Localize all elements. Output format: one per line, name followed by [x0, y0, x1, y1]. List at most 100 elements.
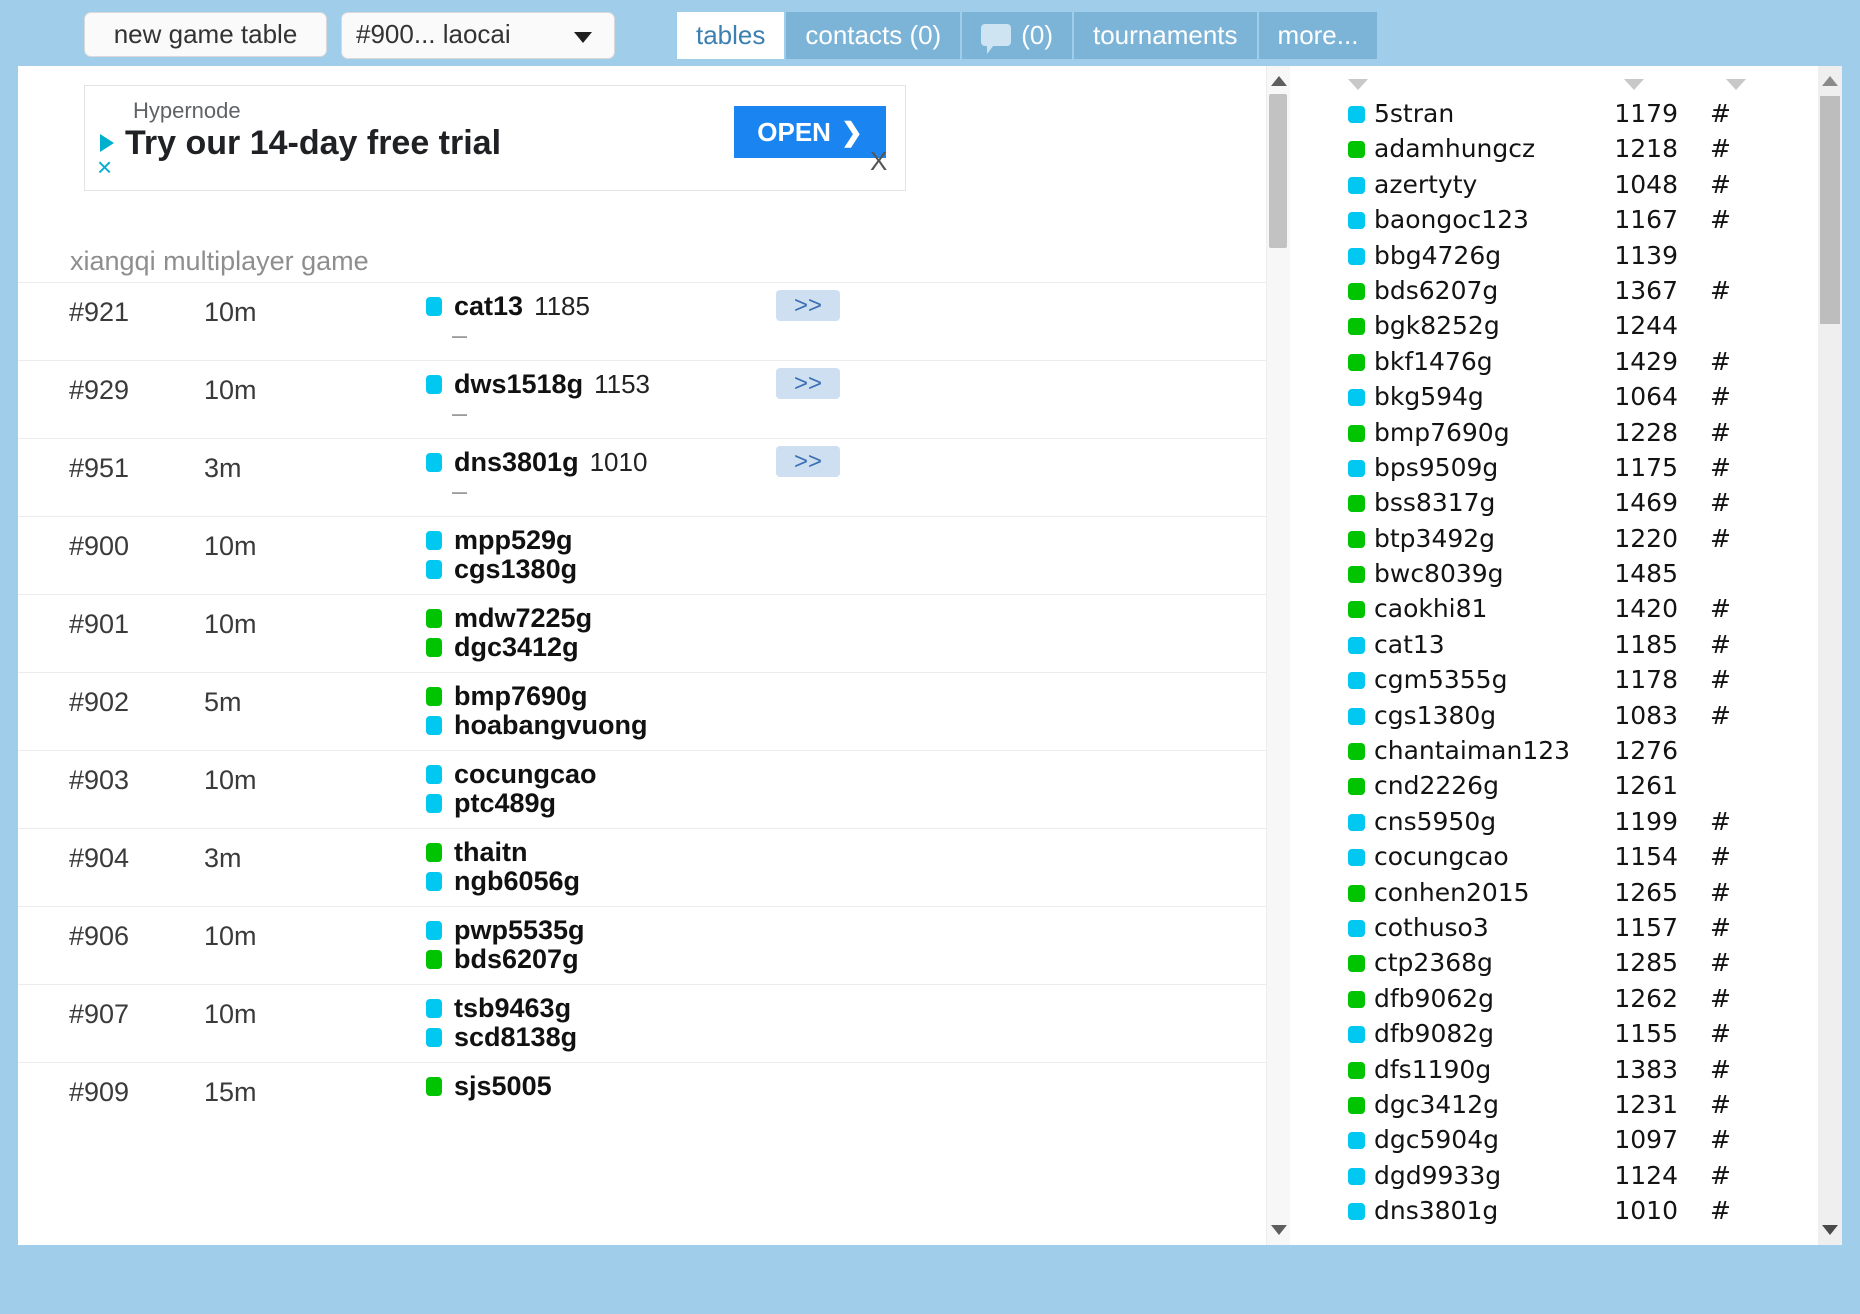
table-row[interactable]: #921 10m cat13 1185 – >>: [18, 282, 1290, 360]
sort-hash-icon[interactable]: [1726, 79, 1746, 90]
table-player[interactable]: hoabangvuong: [426, 710, 647, 740]
player-list-item[interactable]: bps9509g 1175 #: [1308, 450, 1804, 485]
ad-dismiss-icon[interactable]: ×: [97, 154, 112, 180]
join-table-button[interactable]: >>: [776, 290, 840, 321]
adchoices-triangle-icon[interactable]: [100, 134, 114, 152]
tab-tournaments[interactable]: tournaments: [1074, 12, 1259, 59]
player-list-item[interactable]: dgd9933g 1124 #: [1308, 1158, 1804, 1193]
table-player[interactable]: cat13 1185: [426, 291, 590, 321]
player-color-icon: [1348, 1203, 1365, 1221]
table-player[interactable]: sjs5005: [426, 1071, 552, 1101]
player-name: caokhi81: [1374, 594, 1488, 624]
player-list-item[interactable]: bbg4726g 1139: [1308, 238, 1804, 273]
player-list-item[interactable]: btp3492g 1220 #: [1308, 521, 1804, 556]
tables-scrollbar[interactable]: [1266, 66, 1290, 1245]
table-player[interactable]: bds6207g: [426, 944, 585, 974]
player-list-item[interactable]: baongoc123 1167 #: [1308, 202, 1804, 237]
table-player[interactable]: tsb9463g: [426, 993, 577, 1023]
table-player[interactable]: dws1518g 1153: [426, 369, 650, 399]
player-list-item[interactable]: cat13 1185 #: [1308, 627, 1804, 662]
table-player[interactable]: bmp7690g: [426, 681, 647, 711]
players-scrollbar-thumb[interactable]: [1820, 96, 1840, 324]
players-scroll-up-icon[interactable]: [1822, 76, 1838, 86]
player-list-item[interactable]: cgm5355g 1178 #: [1308, 662, 1804, 697]
player-list-item[interactable]: cothuso3 1157 #: [1308, 910, 1804, 945]
ad-close-button[interactable]: X: [870, 146, 887, 177]
player-list-item[interactable]: cgs1380g 1083 #: [1308, 698, 1804, 733]
empty-seat: –: [426, 476, 647, 506]
table-row[interactable]: #904 3m thaitn ngb6056g: [18, 828, 1290, 906]
table-player[interactable]: dns3801g 1010: [426, 447, 647, 477]
scroll-down-icon[interactable]: [1271, 1225, 1287, 1235]
table-row[interactable]: #951 3m dns3801g 1010 – >>: [18, 438, 1290, 516]
tab-contacts-0[interactable]: contacts (0): [786, 12, 963, 59]
player-list-item[interactable]: dgc3412g 1231 #: [1308, 1087, 1804, 1122]
empty-seat-label: –: [452, 476, 468, 506]
player-list-item[interactable]: conhen2015 1265 #: [1308, 875, 1804, 910]
advertisement-banner[interactable]: × Hypernode Try our 14-day free trial OP…: [84, 85, 906, 191]
player-list-item[interactable]: azertyty 1048 #: [1308, 167, 1804, 202]
table-player[interactable]: cgs1380g: [426, 554, 577, 584]
player-list-item[interactable]: cns5950g 1199 #: [1308, 804, 1804, 839]
table-player[interactable]: mdw7225g: [426, 603, 592, 633]
players-scrollbar[interactable]: [1818, 66, 1842, 1245]
table-row[interactable]: #907 10m tsb9463g scd8138g: [18, 984, 1290, 1062]
player-list-item[interactable]: bmp7690g 1228 #: [1308, 415, 1804, 450]
player-name: btp3492g: [1374, 523, 1496, 553]
player-hash-flag: #: [1710, 1160, 1731, 1190]
player-list-item[interactable]: chantaiman123 1276: [1308, 733, 1804, 768]
table-select-dropdown[interactable]: #900... laocai: [341, 12, 615, 59]
player-list-item[interactable]: bss8317g 1469 #: [1308, 485, 1804, 520]
player-list-item[interactable]: dfs1190g 1383 #: [1308, 1052, 1804, 1087]
new-game-table-button[interactable]: new game table: [84, 12, 327, 57]
sort-name-icon[interactable]: [1348, 79, 1368, 90]
table-row[interactable]: #906 10m pwp5535g bds6207g: [18, 906, 1290, 984]
table-row[interactable]: #901 10m mdw7225g dgc3412g: [18, 594, 1290, 672]
tab-more[interactable]: more...: [1258, 12, 1378, 59]
table-player[interactable]: scd8138g: [426, 1022, 577, 1052]
table-row[interactable]: #903 10m cocungcao ptc489g: [18, 750, 1290, 828]
table-row[interactable]: #902 5m bmp7690g hoabangvuong: [18, 672, 1290, 750]
chat-bubble-icon: [981, 23, 1012, 54]
tab-tables[interactable]: tables: [677, 12, 787, 59]
player-name: dfs1190g: [1374, 1054, 1492, 1084]
player-list-item[interactable]: adamhungcz 1218 #: [1308, 131, 1804, 166]
scroll-up-icon[interactable]: [1271, 76, 1287, 86]
table-player[interactable]: mpp529g: [426, 525, 577, 555]
player-name: conhen2015: [1374, 877, 1530, 907]
table-row[interactable]: #909 15m sjs5005: [18, 1062, 1290, 1140]
player-rating: 1083: [1614, 700, 1678, 730]
table-player[interactable]: pwp5535g: [426, 915, 585, 945]
player-list-item[interactable]: dgc5904g 1097 #: [1308, 1122, 1804, 1157]
players-scroll-down-icon[interactable]: [1822, 1225, 1838, 1235]
table-player[interactable]: ptc489g: [426, 788, 597, 818]
player-list-item[interactable]: bkg594g 1064 #: [1308, 379, 1804, 414]
table-row[interactable]: #900 10m mpp529g cgs1380g: [18, 516, 1290, 594]
player-list-item[interactable]: dns3801g 1010 #: [1308, 1193, 1804, 1228]
player-list-item[interactable]: dfb9082g 1155 #: [1308, 1016, 1804, 1051]
player-list-item[interactable]: ctp2368g 1285 #: [1308, 945, 1804, 980]
player-list-item[interactable]: bgk8252g 1244: [1308, 308, 1804, 343]
sort-rating-icon[interactable]: [1624, 79, 1644, 90]
table-player[interactable]: thaitn: [426, 837, 580, 867]
player-list-item[interactable]: cnd2226g 1261: [1308, 768, 1804, 803]
tables-scrollbar-thumb[interactable]: [1269, 94, 1287, 248]
tab-0[interactable]: (0): [962, 12, 1074, 59]
table-time-control: 10m: [204, 531, 257, 561]
table-player[interactable]: ngb6056g: [426, 866, 580, 896]
table-player[interactable]: dgc3412g: [426, 632, 592, 662]
player-list-item[interactable]: dfb9062g 1262 #: [1308, 981, 1804, 1016]
player-list-item[interactable]: bwc8039g 1485: [1308, 556, 1804, 591]
player-color-icon: [1348, 707, 1365, 725]
player-list-item[interactable]: bkf1476g 1429 #: [1308, 344, 1804, 379]
table-row[interactable]: #929 10m dws1518g 1153 – >>: [18, 360, 1290, 438]
player-list-item[interactable]: 5stran 1179 #: [1308, 96, 1804, 131]
player-list-item[interactable]: caokhi81 1420 #: [1308, 591, 1804, 626]
table-player[interactable]: cocungcao: [426, 759, 597, 789]
table-time-control: 10m: [204, 999, 257, 1029]
join-table-button[interactable]: >>: [776, 368, 840, 399]
join-table-button[interactable]: >>: [776, 446, 840, 477]
player-list-item[interactable]: cocungcao 1154 #: [1308, 839, 1804, 874]
player-list-item[interactable]: bds6207g 1367 #: [1308, 273, 1804, 308]
ad-open-button[interactable]: OPEN ❯: [734, 106, 886, 158]
